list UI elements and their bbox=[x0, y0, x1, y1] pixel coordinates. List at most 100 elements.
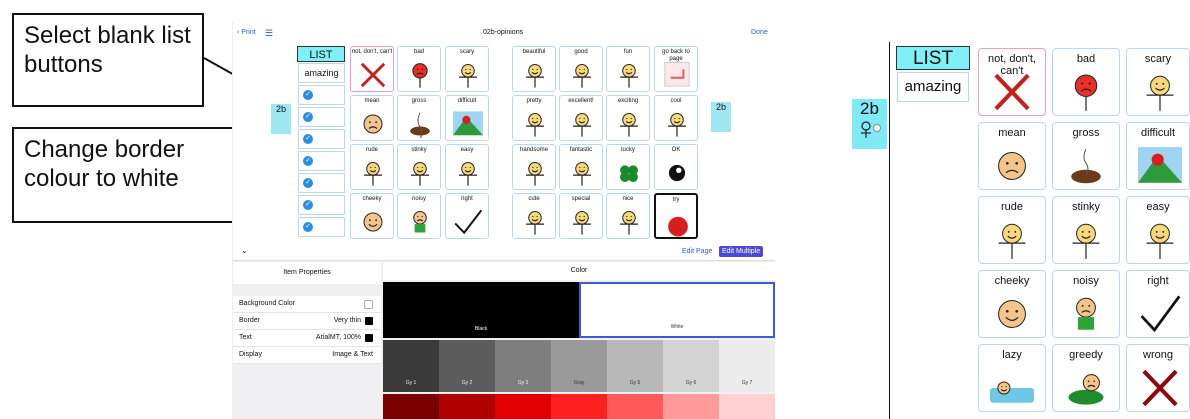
zoom-list-item-amazing[interactable]: amazing bbox=[897, 72, 969, 102]
symbol-cell-fantastic[interactable]: fantastic bbox=[559, 144, 603, 190]
zoom-symbol-cell-noisy[interactable]: noisy bbox=[1052, 270, 1120, 338]
zoom-symbol-cell-cheeky[interactable]: cheeky bbox=[978, 270, 1046, 338]
list-blank-button[interactable]: ✓ bbox=[298, 217, 345, 237]
symbol-cell-right[interactable]: right bbox=[445, 193, 489, 239]
property-border[interactable]: Border Very thin bbox=[233, 313, 381, 330]
symbol-cell-go-back-to-page[interactable]: go back to page bbox=[654, 46, 698, 92]
color-swatch-red-4[interactable] bbox=[551, 394, 607, 419]
symbol-icon bbox=[998, 223, 1026, 259]
edit-multiple-button[interactable]: Edit Multiple bbox=[719, 246, 764, 257]
color-swatch-black[interactable]: Black bbox=[383, 282, 579, 338]
color-swatch-gy-3[interactable]: Gy 3 bbox=[495, 340, 551, 392]
symbol-cell-stinky[interactable]: stinky bbox=[397, 144, 441, 190]
color-swatch-red-3[interactable] bbox=[495, 394, 551, 419]
cell-label: nice bbox=[622, 196, 634, 202]
zoom-symbol-cell-mean[interactable]: mean bbox=[978, 122, 1046, 190]
symbol-cell-gross[interactable]: gross bbox=[397, 95, 441, 141]
cell-label: right bbox=[461, 196, 473, 202]
zoom-symbol-cell-greedy[interactable]: greedy bbox=[1052, 344, 1120, 412]
color-swatch-gy-7[interactable]: Gy 7 bbox=[719, 340, 775, 392]
symbol-cell-bad[interactable]: bad bbox=[397, 46, 441, 92]
zoom-symbol-cell-stinky[interactable]: stinky bbox=[1052, 196, 1120, 264]
print-button[interactable]: ‹ Print bbox=[237, 29, 256, 36]
property-display[interactable]: Display Image & Text bbox=[233, 347, 381, 364]
check-icon: ✓ bbox=[303, 222, 313, 232]
color-swatch-gy-5[interactable]: Gy 5 bbox=[607, 340, 663, 392]
zoom-symbol-cell-wrong[interactable]: wrong bbox=[1126, 344, 1190, 412]
cell-label: beautiful bbox=[522, 49, 546, 55]
symbol-cell-cute[interactable]: cute bbox=[512, 193, 556, 239]
list-blank-button[interactable]: ✓ bbox=[298, 151, 345, 171]
symbol-cell-mean[interactable]: mean bbox=[350, 95, 394, 141]
edit-page-button[interactable]: Edit Page bbox=[682, 248, 712, 255]
symbol-cell-pretty[interactable]: pretty bbox=[512, 95, 556, 141]
list-header[interactable]: LIST bbox=[297, 46, 345, 62]
check-icon: ✓ bbox=[303, 178, 313, 188]
symbol-cell-scary[interactable]: scary bbox=[445, 46, 489, 92]
symbol-cell-exciting[interactable]: exciting bbox=[606, 95, 650, 141]
symbol-cell-not-don-t-can-t[interactable]: not, don't, can't bbox=[350, 46, 394, 92]
list-blank-button[interactable]: ✓ bbox=[298, 173, 345, 193]
color-swatch-red-7[interactable] bbox=[719, 394, 775, 419]
symbol-cell-good[interactable]: good bbox=[559, 46, 603, 92]
zoom-symbol-cell-rude[interactable]: rude bbox=[978, 196, 1046, 264]
zoom-symbol-cell-lazy[interactable]: lazy bbox=[978, 344, 1046, 412]
zoom-symbol-cell-not-don-t-can-t[interactable]: not, don't, can't bbox=[978, 48, 1046, 116]
symbol-cell-try[interactable]: try bbox=[654, 193, 698, 239]
symbol-cell-handsome[interactable]: handsome bbox=[512, 144, 556, 190]
color-swatch-gray[interactable]: Gray bbox=[551, 340, 607, 392]
symbol-icon bbox=[998, 300, 1026, 328]
color-swatch-red-6[interactable] bbox=[663, 394, 719, 419]
hamburger-icon[interactable]: ☰ bbox=[265, 28, 273, 39]
done-button[interactable]: Done bbox=[751, 29, 768, 36]
symbol-cell-ok[interactable]: OK bbox=[654, 144, 698, 190]
zoom-symbol-cell-bad[interactable]: bad bbox=[1052, 48, 1120, 116]
symbol-cell-beautiful[interactable]: beautiful bbox=[512, 46, 556, 92]
list-blank-button[interactable]: ✓ bbox=[298, 107, 345, 127]
cell-label: bad bbox=[413, 49, 424, 55]
list-blank-button[interactable]: ✓ bbox=[298, 129, 345, 149]
symbol-cell-fun[interactable]: fun bbox=[606, 46, 650, 92]
color-swatch-gy-2[interactable]: Gy 2 bbox=[439, 340, 495, 392]
list-blank-button[interactable]: ✓ bbox=[298, 85, 345, 105]
symbol-icon bbox=[363, 212, 383, 232]
property-background-color[interactable]: Background Color bbox=[233, 296, 381, 313]
cell-label: OK bbox=[671, 147, 681, 153]
zoom-symbol-cell-gross[interactable]: gross bbox=[1052, 122, 1120, 190]
symbol-icon bbox=[526, 64, 544, 88]
symbol-cell-cheeky[interactable]: cheeky bbox=[350, 193, 394, 239]
color-swatch-red-5[interactable] bbox=[607, 394, 663, 419]
zoom-list-header[interactable]: LIST bbox=[896, 46, 970, 70]
symbol-cell-special[interactable]: special bbox=[559, 193, 603, 239]
symbol-icon bbox=[573, 113, 591, 137]
symbol-cell-lucky[interactable]: lucky bbox=[606, 144, 650, 190]
symbol-cell-difficult[interactable]: difficult bbox=[445, 95, 489, 141]
zoom-symbol-cell-difficult[interactable]: difficult bbox=[1126, 122, 1190, 190]
color-swatch-red-1[interactable] bbox=[383, 394, 439, 419]
symbol-cell-noisy[interactable]: noisy bbox=[397, 193, 441, 239]
zoom-symbol-cell-easy[interactable]: easy bbox=[1126, 196, 1190, 264]
chevron-down-icon[interactable]: ⌄ bbox=[241, 246, 248, 255]
list-blank-button[interactable]: ✓ bbox=[298, 195, 345, 215]
panel-toolbar: ⌄ Edit Page Edit Multiple bbox=[233, 244, 775, 261]
color-swatch-red-2[interactable] bbox=[439, 394, 495, 419]
property-text[interactable]: Text ArialMT, 100% bbox=[233, 330, 381, 347]
zoom-symbol-cell-scary[interactable]: scary bbox=[1126, 48, 1190, 116]
side-page-button-left[interactable]: 2b bbox=[271, 104, 291, 134]
zoom-symbol-cell-right[interactable]: right bbox=[1126, 270, 1190, 338]
symbol-cell-nice[interactable]: nice bbox=[606, 193, 650, 239]
color-swatch-gy-1[interactable]: Gy 1 bbox=[383, 340, 439, 392]
symbol-cell-excellent[interactable]: excellent! bbox=[559, 95, 603, 141]
symbol-cell-cool[interactable]: cool bbox=[654, 95, 698, 141]
symbol-icon bbox=[1140, 295, 1181, 333]
cell-label: bad bbox=[1076, 53, 1096, 65]
cell-label: mean bbox=[998, 127, 1026, 139]
side-page-button-right[interactable]: 2b bbox=[711, 102, 731, 132]
list-item-amazing[interactable]: amazing bbox=[298, 63, 345, 83]
cell-label: not, don't, can't bbox=[351, 49, 393, 55]
color-swatch-white[interactable]: White bbox=[579, 282, 775, 338]
color-swatch-gy-6[interactable]: Gy 6 bbox=[663, 340, 719, 392]
symbol-cell-easy[interactable]: easy bbox=[445, 144, 489, 190]
zoom-side-page-button[interactable]: 2b bbox=[852, 99, 887, 149]
symbol-cell-rude[interactable]: rude bbox=[350, 144, 394, 190]
